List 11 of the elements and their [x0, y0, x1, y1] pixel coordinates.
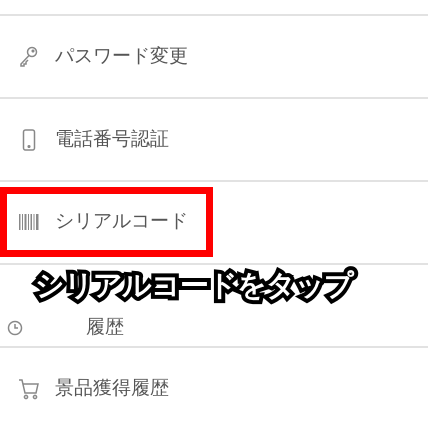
key-icon — [19, 46, 39, 68]
barcode-icon — [19, 214, 39, 230]
phone-icon — [22, 128, 36, 150]
clock-icon — [7, 320, 23, 336]
caption-overlay: シリアルコードをタップ — [30, 264, 358, 306]
menu-item-label[interactable]: 履歴 — [86, 313, 124, 342]
menu-item-label[interactable]: 電話番号認証 — [55, 125, 169, 154]
cart-icon — [18, 378, 40, 400]
menu-item-label[interactable]: 景品獲得履歴 — [55, 374, 169, 403]
menu-item-label[interactable]: シリアルコード — [55, 207, 188, 236]
menu-item-label[interactable]: パスワード変更 — [55, 42, 188, 71]
